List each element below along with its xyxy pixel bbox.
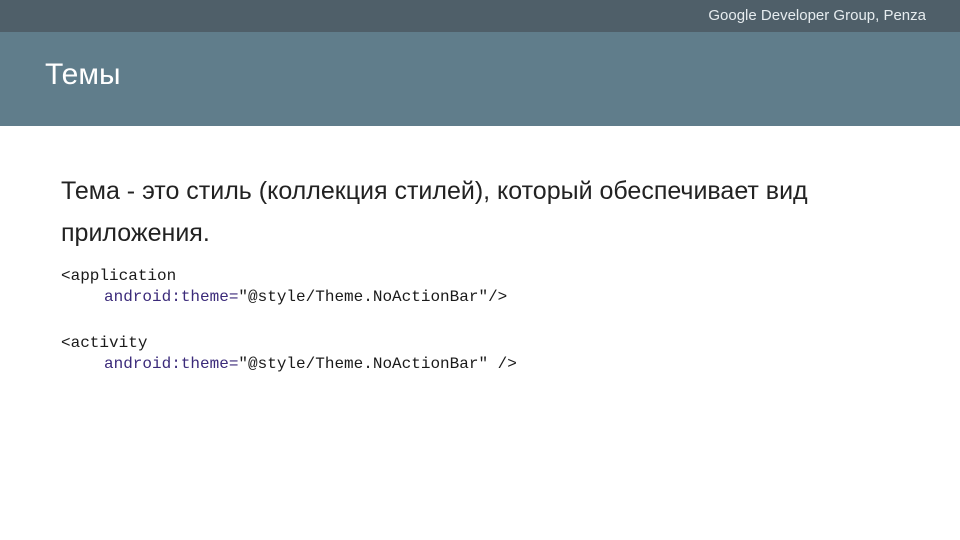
code-block-application: <application android:theme="@style/Theme.… (61, 266, 507, 308)
top-bar: Google Developer Group, Penza (0, 0, 960, 32)
code-attribute-line: android:theme="@style/Theme.NoActionBar"… (61, 354, 517, 375)
code-value: "@style/Theme.NoActionBar"/> (238, 288, 508, 306)
code-tag: <activity (61, 334, 148, 352)
slide-paragraph: Тема - это стиль (коллекция стилей), кот… (61, 177, 808, 247)
code-attribute-line: android:theme="@style/Theme.NoActionBar"… (61, 287, 507, 308)
code-value: "@style/Theme.NoActionBar" /> (238, 355, 517, 373)
organization-label: Google Developer Group, Penza (708, 7, 926, 24)
code-block-activity: <activity android:theme="@style/Theme.NoA… (61, 333, 517, 375)
code-attribute: android:theme= (104, 355, 239, 373)
code-attribute: android:theme= (104, 288, 239, 306)
code-tag: <application (61, 267, 177, 285)
slide-title: Темы (45, 58, 121, 91)
title-bar: Темы (0, 32, 960, 126)
